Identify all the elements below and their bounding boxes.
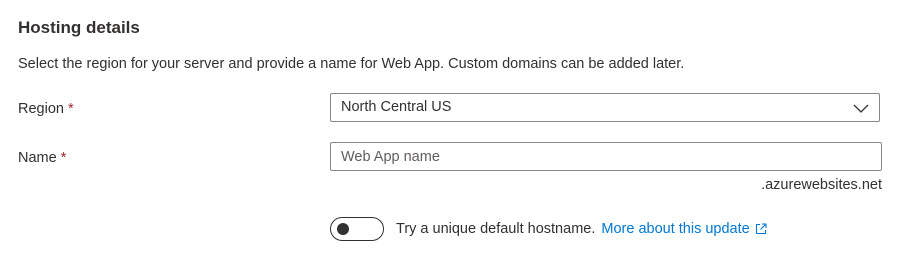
- external-link-icon: [755, 223, 767, 235]
- name-label: Name *: [18, 150, 66, 166]
- web-app-name-input[interactable]: [330, 142, 882, 171]
- unique-hostname-row: Try a unique default hostname. More abou…: [330, 217, 767, 241]
- unique-hostname-label: Try a unique default hostname.: [396, 221, 596, 237]
- more-about-update-link-text: More about this update: [601, 221, 750, 237]
- toggle-knob: [337, 223, 349, 235]
- chevron-down-icon: [853, 104, 869, 113]
- section-title: Hosting details: [18, 18, 140, 37]
- unique-hostname-toggle[interactable]: [330, 217, 384, 241]
- region-select[interactable]: North Central US: [330, 93, 880, 122]
- region-selected-value: North Central US: [341, 99, 452, 115]
- name-required-mark: *: [60, 150, 67, 166]
- more-about-update-link[interactable]: More about this update: [601, 221, 767, 237]
- domain-suffix: .azurewebsites.net: [761, 177, 882, 193]
- hosting-details-section: Hosting details Select the region for yo…: [0, 0, 922, 262]
- region-required-mark: *: [67, 101, 74, 117]
- region-label: Region *: [18, 101, 74, 117]
- name-label-text: Name: [18, 150, 57, 166]
- region-label-text: Region: [18, 101, 64, 117]
- section-description: Select the region for your server and pr…: [18, 56, 685, 72]
